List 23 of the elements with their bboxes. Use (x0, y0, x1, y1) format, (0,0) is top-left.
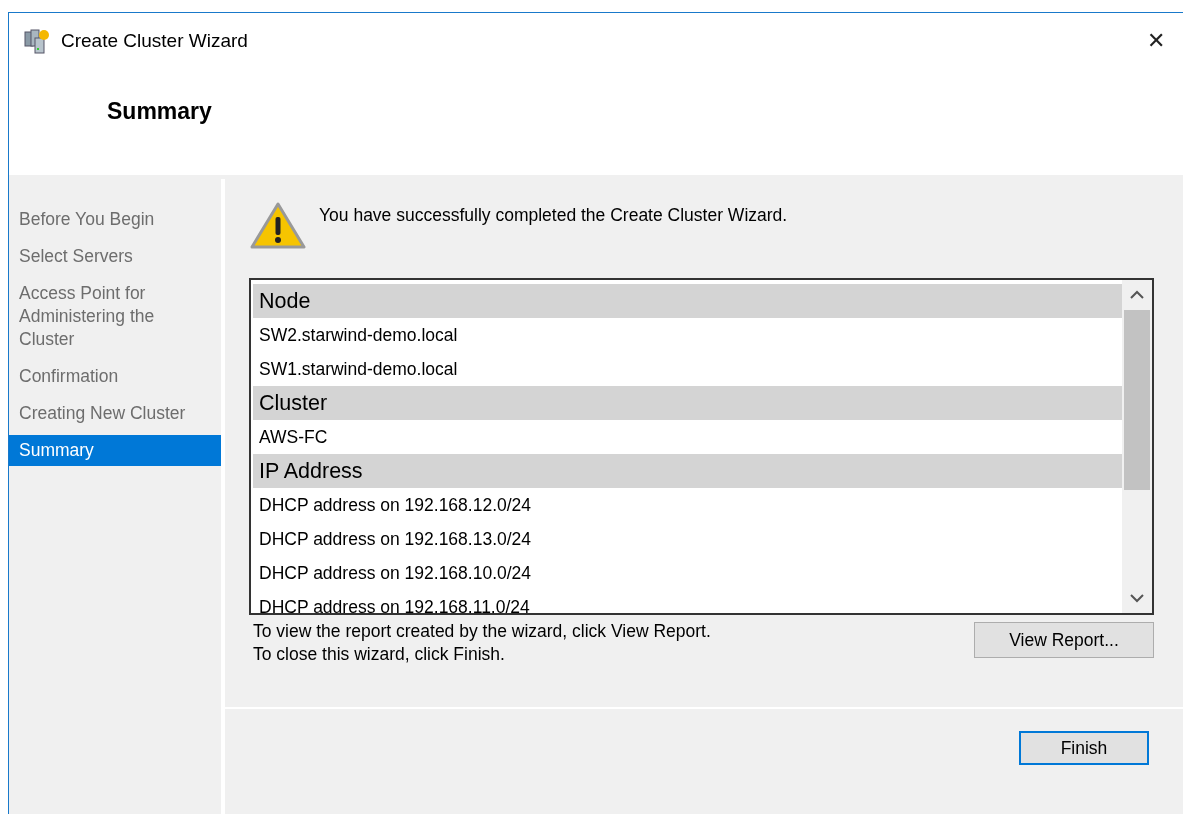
warning-icon (249, 201, 307, 251)
view-report-button[interactable]: View Report... (974, 622, 1154, 658)
step-item[interactable]: Select Servers (9, 241, 221, 272)
scroll-down-icon[interactable] (1130, 593, 1144, 603)
server-cluster-icon (23, 27, 51, 54)
close-button[interactable]: ✕ (1133, 20, 1179, 61)
group-header: Cluster (253, 386, 1122, 420)
step-item[interactable]: Summary (9, 435, 221, 466)
step-item[interactable]: Confirmation (9, 361, 221, 392)
finish-button[interactable]: Finish (1019, 731, 1149, 765)
completion-message: You have successfully completed the Create Cluster Wizard. (319, 205, 788, 226)
step-item[interactable]: Creating New Cluster (9, 398, 221, 429)
hint-text: To view the report created by the wizard, click View Report. (253, 620, 711, 643)
scroll-thumb[interactable] (1124, 310, 1150, 490)
group-header: IP Address (253, 454, 1122, 488)
window-title: Create Cluster Wizard (61, 29, 249, 52)
scroll-up-icon[interactable] (1130, 290, 1144, 300)
page-title: Summary (107, 98, 212, 125)
hint-text: To close this wizard, click Finish. (253, 643, 506, 666)
scrollbar[interactable] (1122, 280, 1152, 613)
group-header: Node (253, 284, 1122, 318)
step-item[interactable]: Access Point for Administering the Cluster (9, 278, 221, 355)
step-item[interactable]: Before You Begin (9, 204, 221, 235)
